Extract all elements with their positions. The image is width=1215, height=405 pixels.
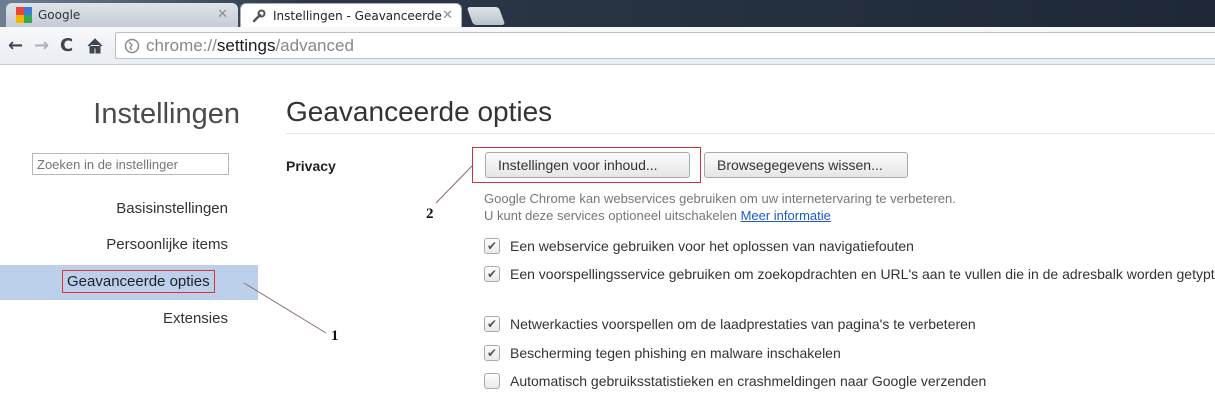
checkbox[interactable] [484,373,500,389]
url-path: /advanced [275,35,354,55]
checkmark-icon: ✔ [486,267,498,281]
option-label: Automatisch gebruiksstatistieken en cras… [510,373,987,389]
option-phishing-protection[interactable]: ✔ Bescherming tegen phishing en malware … [484,344,1215,362]
home-icon[interactable] [86,35,104,60]
browser-window: Google ✕ Instellingen - Geavanceerde ✕ ←… [0,0,1215,405]
url-text: chrome://settings/advanced [146,36,354,56]
clear-browsing-data-button[interactable]: Browsegegevens wissen... [704,152,908,178]
option-navigation-errors[interactable]: ✔ Een webservice gebruiken voor het oplo… [484,237,1215,255]
wrench-icon [251,8,267,24]
checkmark-icon: ✔ [486,346,498,360]
url-host: settings [216,35,276,55]
page-info-icon[interactable] [124,38,140,54]
checkmark-icon: ✔ [486,239,498,253]
checkbox[interactable]: ✔ [484,316,500,332]
annotation-marker-1: 1 [331,328,339,344]
title-divider [286,133,1215,134]
sidebar-item-geavanceerde-opties[interactable]: Geavanceerde opties [0,265,258,300]
privacy-description: Google Chrome kan webservices gebruiken … [484,191,956,206]
content-settings-button[interactable]: Instellingen voor inhoud... [485,152,690,178]
settings-sidebar: Instellingen Basisinstellingen Persoonli… [0,66,258,405]
reload-icon[interactable]: C [60,35,73,56]
annotation-marker-2: 2 [426,206,434,222]
option-network-prediction[interactable]: ✔ Netwerkacties voorspellen om de laadpr… [484,315,1215,333]
sidebar-item-basisinstellingen[interactable]: Basisinstellingen [116,200,228,217]
sidebar-item-extensies[interactable]: Extensies [163,310,228,327]
google-favicon-icon [16,7,32,23]
option-label: Een voorspellingsservice gebruiken om zo… [510,266,1215,282]
tab-strip: Google ✕ Instellingen - Geavanceerde ✕ [0,0,1215,27]
sidebar-item-label: Geavanceerde opties [62,270,215,293]
back-arrow-icon[interactable]: ← [8,35,23,56]
annotation-line-2 [435,165,473,204]
privacy-section-label: Privacy [286,158,336,174]
tab-title: Instellingen - Geavanceerde [273,8,442,23]
checkmark-icon: ✔ [486,317,498,331]
tab-google[interactable]: Google ✕ [6,3,238,27]
checkbox[interactable]: ✔ [484,238,500,254]
forward-arrow-icon[interactable]: → [34,35,49,56]
checkbox[interactable]: ✔ [484,345,500,361]
tab-title: Google [38,8,81,22]
privacy-description-optional: U kunt deze services optioneel uitschake… [484,208,831,223]
sidebar-item-persoonlijke-items[interactable]: Persoonlijke items [106,236,228,253]
address-bar[interactable]: chrome://settings/advanced [115,32,1215,59]
tab-close-icon[interactable]: ✕ [442,8,453,23]
option-label: Een webservice gebruiken voor het oploss… [510,238,914,254]
settings-search-input[interactable] [32,153,229,175]
option-label: Bescherming tegen phishing en malware in… [510,345,841,361]
more-info-link[interactable]: Meer informatie [741,208,831,223]
checkbox[interactable]: ✔ [484,266,500,282]
url-scheme: chrome:// [146,35,217,55]
sidebar-title: Instellingen [93,98,240,130]
option-prediction-service[interactable]: ✔ Een voorspellingsservice gebruiken om … [484,265,1215,283]
new-tab-button[interactable] [466,7,506,25]
toolbar: ← → C chrome://settings/advanced [0,27,1215,65]
option-label: Netwerkacties voorspellen om de laadpres… [510,316,976,332]
privacy-description-text: U kunt deze services optioneel uitschake… [484,208,737,223]
page-title: Geavanceerde opties [286,96,553,127]
option-usage-statistics[interactable]: Automatisch gebruiksstatistieken en cras… [484,372,1215,390]
tab-close-icon[interactable]: ✕ [217,7,228,22]
tab-settings[interactable]: Instellingen - Geavanceerde ✕ [240,3,462,27]
